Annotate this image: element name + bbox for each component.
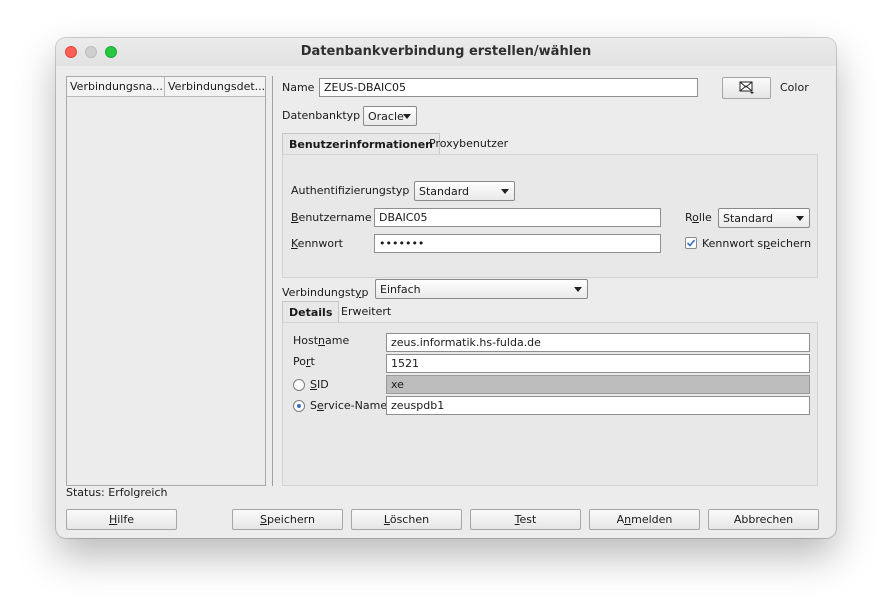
- window-title: Datenbankverbindung erstellen/wählen: [300, 44, 592, 59]
- tab-user-info[interactable]: Benutzerinformationen: [282, 133, 441, 155]
- login-button[interactable]: Anmelden: [589, 509, 700, 530]
- chevron-down-icon: [796, 216, 804, 221]
- service-name-input[interactable]: zeuspdb1: [386, 396, 810, 415]
- port-label: Port: [293, 355, 315, 368]
- tab-proxy-user[interactable]: Proxybenutzer: [423, 133, 514, 155]
- user-info-panel: Authentifizierungstyp Standard Benutzern…: [282, 154, 818, 278]
- name-label: Name: [282, 81, 315, 94]
- connection-type-value: Einfach: [380, 283, 421, 296]
- save-password-checkbox[interactable]: [685, 237, 697, 249]
- auth-type-select[interactable]: Standard: [414, 181, 515, 201]
- port-input[interactable]: 1521: [386, 354, 810, 373]
- connection-type-label: Verbindungstyp: [282, 286, 369, 299]
- role-label: Rolle: [685, 211, 712, 224]
- hostname-input[interactable]: zeus.informatik.hs-fulda.de: [386, 333, 810, 352]
- chevron-down-icon: [403, 114, 411, 119]
- dialog-window: Datenbankverbindung erstellen/wählen Ver…: [56, 38, 836, 538]
- password-input[interactable]: •••••••: [374, 234, 661, 253]
- dbtype-value: Oracle: [368, 110, 404, 123]
- envelope-icon: [739, 81, 754, 94]
- radio-selected-dot: [297, 404, 301, 408]
- username-label: Benutzername: [291, 211, 372, 224]
- chevron-down-icon: [501, 189, 509, 194]
- auth-type-value: Standard: [419, 185, 470, 198]
- tab-details[interactable]: Details: [282, 301, 340, 323]
- tab-advanced[interactable]: Erweitert: [335, 301, 397, 323]
- split-divider[interactable]: [272, 76, 273, 486]
- cancel-button[interactable]: Abbrechen: [708, 509, 819, 530]
- role-value: Standard: [723, 212, 774, 225]
- connection-table-header: Verbindungsna... Verbindungsdet...: [67, 77, 265, 97]
- dbtype-select[interactable]: Oracle: [363, 106, 417, 126]
- color-label: Color: [780, 81, 809, 94]
- column-header-connection-details[interactable]: Verbindungsdet...: [165, 77, 265, 96]
- save-password-label: Kennwort speichern: [702, 237, 812, 250]
- save-button[interactable]: Speichern: [232, 509, 343, 530]
- service-name-label: Service-Name: [310, 399, 388, 412]
- sid-radio[interactable]: [293, 379, 305, 391]
- dbtype-label: Datenbanktyp: [282, 109, 361, 122]
- name-input[interactable]: ZEUS-DBAIC05: [319, 78, 698, 97]
- chevron-down-icon: [574, 287, 582, 292]
- details-panel: Hostname zeus.informatik.hs-fulda.de Por…: [282, 322, 818, 486]
- hostname-label: Hostname: [293, 334, 350, 347]
- sid-label: SID: [310, 378, 329, 391]
- username-input[interactable]: DBAIC05: [374, 208, 661, 227]
- status-text: Status: Erfolgreich: [66, 486, 168, 499]
- sid-input[interactable]: xe: [386, 375, 810, 394]
- help-button[interactable]: Hilfe: [66, 509, 177, 530]
- column-header-connection-name[interactable]: Verbindungsna...: [67, 77, 165, 96]
- service-name-radio[interactable]: [293, 400, 305, 412]
- auth-type-label: Authentifizierungstyp: [291, 184, 410, 197]
- connection-list[interactable]: Verbindungsna... Verbindungsdet...: [66, 76, 266, 486]
- test-button[interactable]: Test: [470, 509, 581, 530]
- title-bar: Datenbankverbindung erstellen/wählen: [56, 38, 836, 66]
- connection-type-select[interactable]: Einfach: [375, 279, 588, 299]
- role-select[interactable]: Standard: [718, 208, 810, 228]
- password-label: Kennwort: [291, 237, 343, 250]
- color-button[interactable]: [722, 77, 771, 99]
- delete-button[interactable]: Löschen: [351, 509, 462, 530]
- checkmark-icon: [686, 239, 696, 247]
